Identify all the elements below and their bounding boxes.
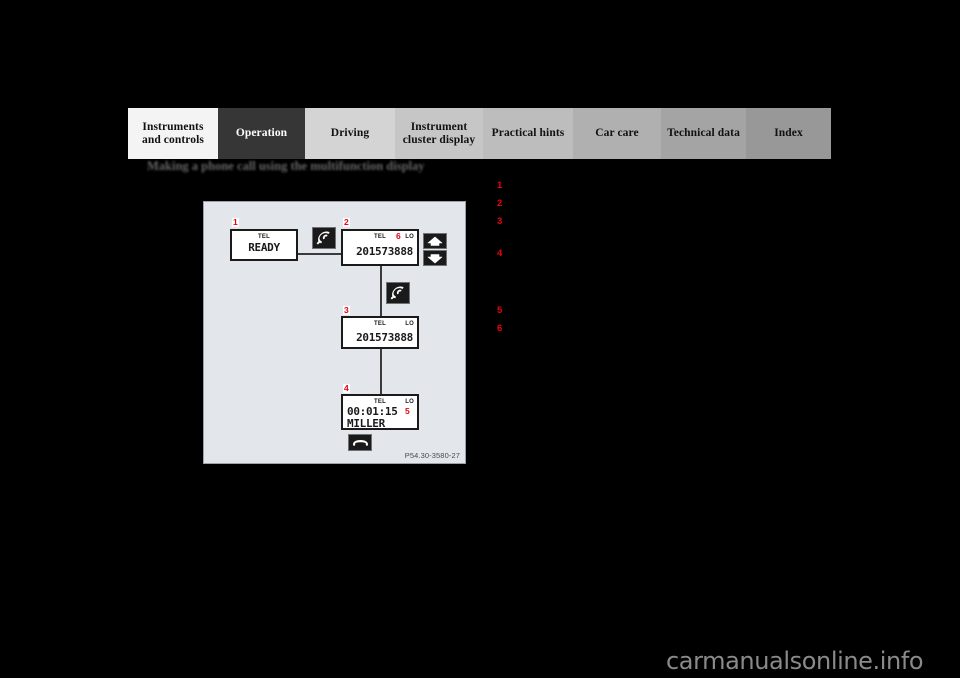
tab-operation[interactable]: Operation <box>218 108 305 159</box>
lo-indicator: LO <box>405 234 414 240</box>
tab-label: Driving <box>330 127 370 139</box>
callout-6-inner: 6 <box>396 231 401 241</box>
callout-4: 4 <box>343 383 350 393</box>
connector-line-1-2 <box>297 253 345 255</box>
tel-indicator: TEL <box>374 234 386 240</box>
display-caller-name: MILLER <box>347 417 385 430</box>
tab-index[interactable]: Index <box>746 108 831 159</box>
display-ready: TEL READY <box>230 229 298 261</box>
display-line-1: READY <box>248 241 280 254</box>
scroll-up-key[interactable] <box>423 233 447 249</box>
callout-1: 1 <box>232 217 239 227</box>
tab-car-care[interactable]: Car care <box>573 108 661 159</box>
arrow-down-icon <box>426 253 444 264</box>
legend-item-6: 6 <box>497 323 510 335</box>
legend-number: 5 <box>497 305 503 316</box>
call-pickup-key-top[interactable] <box>312 227 336 249</box>
legend-number: 4 <box>497 248 503 259</box>
connector-line-2-3 <box>380 266 382 317</box>
display-line-1: 201573888 <box>356 245 413 258</box>
tel-indicator: TEL <box>374 321 386 327</box>
callout-3: 3 <box>343 305 350 315</box>
scroll-down-key[interactable] <box>423 250 447 266</box>
legend-number: 2 <box>497 198 503 209</box>
legend-item-2: 2 <box>497 198 510 210</box>
handset-hangup-icon <box>351 437 370 449</box>
legend-item-4: 4 <box>497 248 510 260</box>
legend-number: 1 <box>497 180 503 191</box>
section-heading: Making a phone call using the multifunct… <box>147 159 425 173</box>
tab-label: Car care <box>595 127 639 139</box>
arrow-up-icon <box>426 236 444 247</box>
connector-line-3-4 <box>380 347 382 395</box>
tab-label: Index <box>774 127 803 139</box>
figure-reference-code: P54.30-3580-27 <box>404 451 460 460</box>
legend-item-5: 5 <box>497 305 510 317</box>
tab-label: Instrument cluster display <box>402 120 476 146</box>
tel-indicator: TEL <box>258 234 270 240</box>
tab-label: Practical hints <box>491 127 565 139</box>
tab-instrument-cluster-display[interactable]: Instrument cluster display <box>395 108 483 159</box>
call-pickup-key-middle[interactable] <box>386 282 410 304</box>
tab-instruments-and-controls[interactable]: Instruments and controls <box>128 108 218 159</box>
lo-indicator: LO <box>405 321 414 327</box>
figure-panel: 1 TEL READY 2 TEL LO 6 201573888 3 TEL L… <box>203 201 466 464</box>
display-header: TEL LO <box>343 233 417 241</box>
display-header: TEL LO <box>343 320 417 328</box>
legend-number: 6 <box>497 323 503 334</box>
tab-driving[interactable]: Driving <box>305 108 395 159</box>
display-header: TEL <box>232 233 296 241</box>
display-number-calling: TEL LO 201573888 <box>341 316 419 349</box>
callout-2: 2 <box>343 217 350 227</box>
display-number-dialing: TEL LO 6 201573888 <box>341 229 419 266</box>
tab-label: Instruments and controls <box>141 120 204 146</box>
tab-practical-hints[interactable]: Practical hints <box>483 108 573 159</box>
display-line-1: 201573888 <box>356 331 413 344</box>
handset-lift-icon <box>389 285 407 301</box>
tab-label: Technical data <box>667 127 740 139</box>
handset-lift-icon <box>315 230 333 246</box>
site-watermark: carmanualsonline.info <box>666 647 924 675</box>
call-end-key[interactable] <box>348 434 372 451</box>
tab-label: Operation <box>235 127 288 139</box>
lo-indicator: LO <box>405 399 414 405</box>
legend-item-3: 3 <box>497 216 510 228</box>
section-tab-bar: Instruments and controls Operation Drivi… <box>128 108 831 159</box>
legend-item-1: 1 <box>497 180 510 192</box>
legend-number: 3 <box>497 216 503 227</box>
callout-5-inner: 5 <box>405 406 410 416</box>
display-call-active: TEL LO 00:01:15 5 MILLER <box>341 394 419 430</box>
tab-technical-data[interactable]: Technical data <box>661 108 746 159</box>
